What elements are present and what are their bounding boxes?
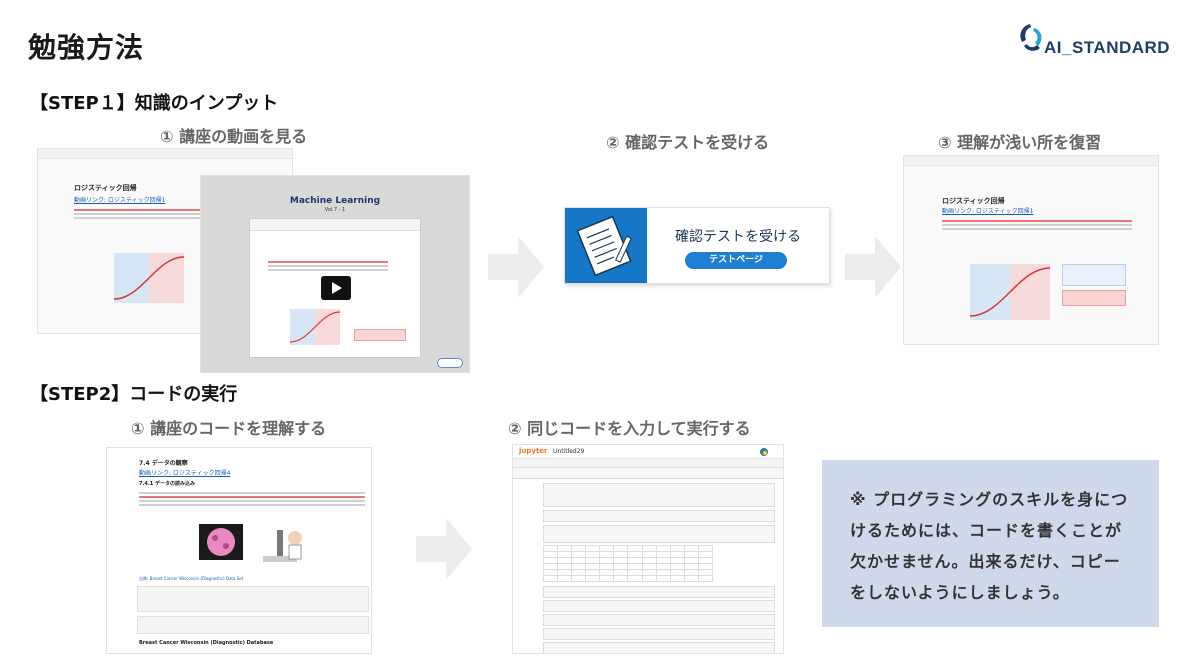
code-doc-subsection: 7.4.1 データの読み込み — [139, 481, 195, 487]
test-card-title: 確認テストを受ける — [675, 229, 801, 245]
step2-sub-understand: ① 講座のコードを理解する — [131, 419, 327, 438]
review-doc-screenshot: ロジスティック回帰 動画リンク: ロジスティック回帰1 — [903, 155, 1159, 345]
test-card-left — [565, 208, 647, 283]
review-lesson-title: ロジスティック回帰 — [942, 197, 1005, 205]
empty-cell[interactable] — [543, 614, 775, 626]
note-box: ※ プログラミングのスキルを身につ けるためには、コードを書くことが 欠かせませ… — [822, 460, 1159, 627]
review-chart-icon — [970, 264, 1050, 320]
video-vol: Vol.7 - 1 — [324, 207, 346, 213]
jupyter-screenshot: jupyter Untitled29 — [512, 444, 784, 654]
logo-text: AI_STANDARD — [1044, 38, 1171, 57]
menu-bar[interactable] — [513, 459, 783, 468]
step2-heading: 【STEP2】コードの実行 — [30, 384, 238, 405]
code-doc-section: 7.4 データの観察 — [139, 460, 188, 467]
code-cell[interactable] — [543, 510, 775, 522]
play-icon — [332, 282, 342, 294]
code-doc-db-title: Breast Cancer Wisconsin (Diagnostic) Dat… — [139, 640, 274, 646]
document-icon — [576, 215, 632, 277]
microscope-icon — [263, 530, 302, 562]
logo: AI_STANDARD — [1016, 20, 1170, 62]
test-page-button[interactable]: テストページ — [685, 252, 787, 269]
logo-mark-icon — [1020, 24, 1042, 51]
empty-cell[interactable] — [543, 586, 775, 598]
step1-heading: 【STEP１】知識のインプット — [30, 93, 279, 114]
jupyter-logo: jupyter — [519, 447, 548, 455]
empty-cell[interactable] — [543, 628, 775, 640]
test-card[interactable]: 確認テストを受ける テストページ — [564, 207, 830, 284]
step1-sub-review: ③ 理解が浅い所を復習 — [938, 133, 1102, 152]
note-line-4: をしないようにしましょう。 — [850, 583, 1070, 602]
step1-sub-video: ① 講座の動画を見る — [160, 127, 308, 146]
note-line-1: ※ プログラミングのスキルを身につ — [850, 490, 1129, 509]
notebook-name[interactable]: Untitled29 — [553, 448, 584, 455]
lesson-link[interactable]: 動画リンク: ロジスティック回帰1 — [74, 195, 165, 204]
code-cell[interactable] — [543, 525, 775, 543]
video-next-button[interactable] — [437, 358, 463, 368]
output-table — [542, 545, 714, 582]
video-player[interactable]: Machine Learning Vol.7 - 1 — [200, 175, 470, 373]
browser-bar — [38, 149, 292, 159]
lesson-title: ロジスティック回帰 — [74, 184, 137, 192]
code-cell[interactable] — [543, 483, 775, 507]
code-cell — [137, 616, 369, 634]
code-doc-screenshot: 7.4 データの観察 動画リンク: ロジスティック回帰4 7.4.1 データの読… — [106, 447, 372, 654]
arrow-right-icon — [488, 236, 544, 298]
browser-bar — [904, 156, 1158, 166]
empty-cell[interactable] — [543, 600, 775, 612]
arrow-right-icon — [845, 236, 901, 298]
toolbar[interactable] — [513, 468, 783, 479]
note-line-3: 欠かせません。出来るだけ、コピー — [850, 552, 1121, 571]
video-title: Machine Learning — [289, 196, 381, 206]
code-doc-caption: 出典: Breast Cancer Wisconsin (Diagnostic)… — [139, 576, 244, 581]
note-line-2: けるためには、コードを書くことが — [850, 521, 1123, 540]
step1-sub-test: ② 確認テストを受ける — [606, 133, 770, 152]
arrow-right-icon — [416, 518, 472, 580]
step2-sub-execute: ② 同じコードを入力して実行する — [508, 419, 751, 438]
video-chart-icon — [290, 309, 340, 345]
review-lesson-link[interactable]: 動画リンク: ロジスティック回帰1 — [942, 206, 1033, 215]
empty-cell[interactable] — [543, 642, 775, 653]
python-icon — [760, 448, 768, 456]
page-title: 勉強方法 — [28, 31, 145, 64]
cell-image — [199, 524, 243, 560]
code-doc-link[interactable]: 動画リンク: ロジスティック回帰4 — [139, 468, 230, 477]
play-button[interactable] — [321, 276, 351, 300]
code-cell — [137, 586, 369, 612]
sigmoid-chart-icon — [114, 253, 184, 303]
